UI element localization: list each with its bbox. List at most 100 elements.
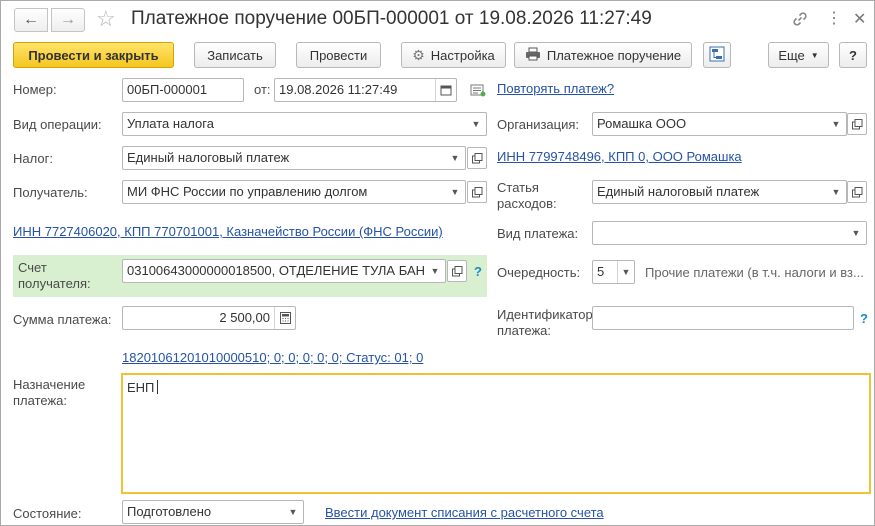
priority-label: Очередность: xyxy=(497,265,581,280)
recipient-label: Получатель: xyxy=(13,185,88,200)
settings-label: Настройка xyxy=(430,47,495,63)
post-label: Провести xyxy=(309,47,368,63)
open-form-icon xyxy=(451,265,462,276)
dropdown-arrow-icon[interactable]: ▼ xyxy=(846,222,866,244)
dropdown-arrow-icon[interactable]: ▼ xyxy=(826,181,846,203)
amount-label: Сумма платежа: xyxy=(13,312,112,327)
priority-value: 5 xyxy=(597,264,605,279)
state-select[interactable]: Подготовлено ▼ xyxy=(122,500,304,524)
back-button[interactable]: ← xyxy=(14,8,48,32)
dropdown-arrow-icon[interactable]: ▼ xyxy=(425,260,445,282)
structure-button[interactable] xyxy=(703,42,731,68)
close-icon[interactable]: ✕ xyxy=(853,9,866,29)
organization-inn-link[interactable]: ИНН 7799748496, КПП 0, ООО Ромашка xyxy=(497,149,742,164)
identifier-value xyxy=(593,307,853,329)
expense-value: Единый налоговый платеж xyxy=(597,184,760,199)
save-label: Записать xyxy=(207,47,263,63)
repeat-payment-link[interactable]: Повторять платеж? xyxy=(497,81,614,96)
calculator-icon[interactable] xyxy=(274,307,295,329)
purpose-value: ЕНП xyxy=(127,380,155,395)
state-label: Состояние: xyxy=(13,506,82,521)
dropdown-arrow-icon[interactable]: ▼ xyxy=(617,261,634,283)
account-select[interactable]: 03100643000000018500, ОТДЕЛЕНИЕ ТУЛА БАН… xyxy=(122,259,446,283)
tax-select[interactable]: Единый налоговый платеж ▼ xyxy=(122,146,466,170)
priority-description: Прочие платежи (в т.ч. налоги и вз... xyxy=(645,265,864,280)
more-label: Еще xyxy=(778,47,805,63)
date-field[interactable]: 19.08.2026 11:27:49 xyxy=(274,78,457,102)
text-caret xyxy=(157,380,159,394)
identifier-label: Идентификатор платежа: xyxy=(497,307,593,338)
operation-select[interactable]: Уплата налога ▼ xyxy=(122,112,487,136)
recipient-inn-link[interactable]: ИНН 7727406020, КПП 770701001, Казначейс… xyxy=(13,224,443,239)
payment-type-label: Вид платежа: xyxy=(497,226,579,241)
gear-icon: ⚙ xyxy=(412,46,425,63)
date-label: от: xyxy=(254,82,271,97)
open-organization-button[interactable] xyxy=(847,113,867,135)
open-form-icon xyxy=(851,118,862,129)
payment-type-value xyxy=(593,222,846,244)
calendar-icon[interactable] xyxy=(435,79,456,101)
date-value: 19.08.2026 11:27:49 xyxy=(279,82,398,97)
operation-label: Вид операции: xyxy=(13,117,102,132)
organization-select[interactable]: Ромашка ООО ▼ xyxy=(592,112,847,136)
arrow-left-icon: ← xyxy=(23,11,39,28)
amount-field[interactable]: 2 500,00 xyxy=(122,306,296,330)
open-account-button[interactable] xyxy=(447,260,467,282)
kbk-link[interactable]: 18201061201010000510; 0; 0; 0; 0; 0; Ста… xyxy=(122,350,423,365)
dropdown-arrow-icon[interactable]: ▼ xyxy=(445,147,465,169)
more-button[interactable]: Еще ▼ xyxy=(768,42,829,68)
recipient-select[interactable]: МИ ФНС России по управлению долгом ▼ xyxy=(122,180,466,204)
more-vertical-icon[interactable]: ⋮ xyxy=(826,8,842,28)
payment-type-select[interactable]: ▼ xyxy=(592,221,867,245)
account-label: Счет получателя: xyxy=(18,260,91,291)
purpose-textarea[interactable]: ЕНП xyxy=(121,373,871,494)
number-value: 00БП-000001 xyxy=(127,82,208,97)
open-recipient-button[interactable] xyxy=(467,181,487,203)
tax-value: Единый налоговый платеж xyxy=(127,150,290,165)
post-and-close-label: Провести и закрыть xyxy=(28,47,159,63)
favorite-star-icon[interactable]: ☆ xyxy=(96,6,116,32)
help-button[interactable]: ? xyxy=(839,42,867,68)
post-button[interactable]: Провести xyxy=(296,42,381,68)
expense-select[interactable]: Единый налоговый платеж ▼ xyxy=(592,180,847,204)
amount-value: 2 500,00 xyxy=(219,310,270,325)
structure-icon xyxy=(709,46,725,65)
payment-order-label: Платежное поручение xyxy=(546,47,682,63)
printer-icon xyxy=(525,47,541,64)
account-value: 03100643000000018500, ОТДЕЛЕНИЕ ТУЛА БАН xyxy=(127,263,425,278)
open-expense-button[interactable] xyxy=(847,181,867,203)
window-title: Платежное поручение 00БП-000001 от 19.08… xyxy=(131,8,652,29)
identifier-field[interactable] xyxy=(592,306,854,330)
tax-label: Налог: xyxy=(13,151,53,166)
number-label: Номер: xyxy=(13,82,57,97)
open-tax-button[interactable] xyxy=(467,147,487,169)
operation-value: Уплата налога xyxy=(127,116,214,131)
forward-button[interactable]: → xyxy=(51,8,85,32)
account-help-icon[interactable]: ? xyxy=(474,264,482,279)
state-value: Подготовлено xyxy=(127,504,212,519)
dropdown-arrow-icon[interactable]: ▼ xyxy=(466,113,486,135)
arrow-right-icon: → xyxy=(60,11,76,28)
note-icon[interactable] xyxy=(470,84,486,101)
open-form-icon xyxy=(471,152,482,163)
dropdown-arrow-icon[interactable]: ▼ xyxy=(283,501,303,523)
recipient-value: МИ ФНС России по управлению долгом xyxy=(127,184,368,199)
dropdown-arrow-icon[interactable]: ▼ xyxy=(826,113,846,135)
organization-value: Ромашка ООО xyxy=(597,116,687,131)
link-icon[interactable] xyxy=(791,10,809,31)
writeoff-document-link[interactable]: Ввести документ списания с расчетного сч… xyxy=(325,505,604,520)
number-field[interactable]: 00БП-000001 xyxy=(122,78,244,102)
dropdown-arrow-icon[interactable]: ▼ xyxy=(445,181,465,203)
save-button[interactable]: Записать xyxy=(194,42,276,68)
priority-select[interactable]: 5 ▼ xyxy=(592,260,635,284)
expense-label: Статья расходов: xyxy=(497,180,557,211)
dropdown-arrow-icon: ▼ xyxy=(810,50,819,60)
identifier-help-icon[interactable]: ? xyxy=(860,311,868,326)
open-form-icon xyxy=(471,186,482,197)
open-form-icon xyxy=(851,186,862,197)
post-and-close-button[interactable]: Провести и закрыть xyxy=(13,42,174,68)
purpose-label: Назначение платежа: xyxy=(13,377,86,408)
payment-order-print-button[interactable]: Платежное поручение xyxy=(514,42,692,68)
settings-button[interactable]: ⚙ Настройка xyxy=(401,42,506,68)
organization-label: Организация: xyxy=(497,117,580,132)
